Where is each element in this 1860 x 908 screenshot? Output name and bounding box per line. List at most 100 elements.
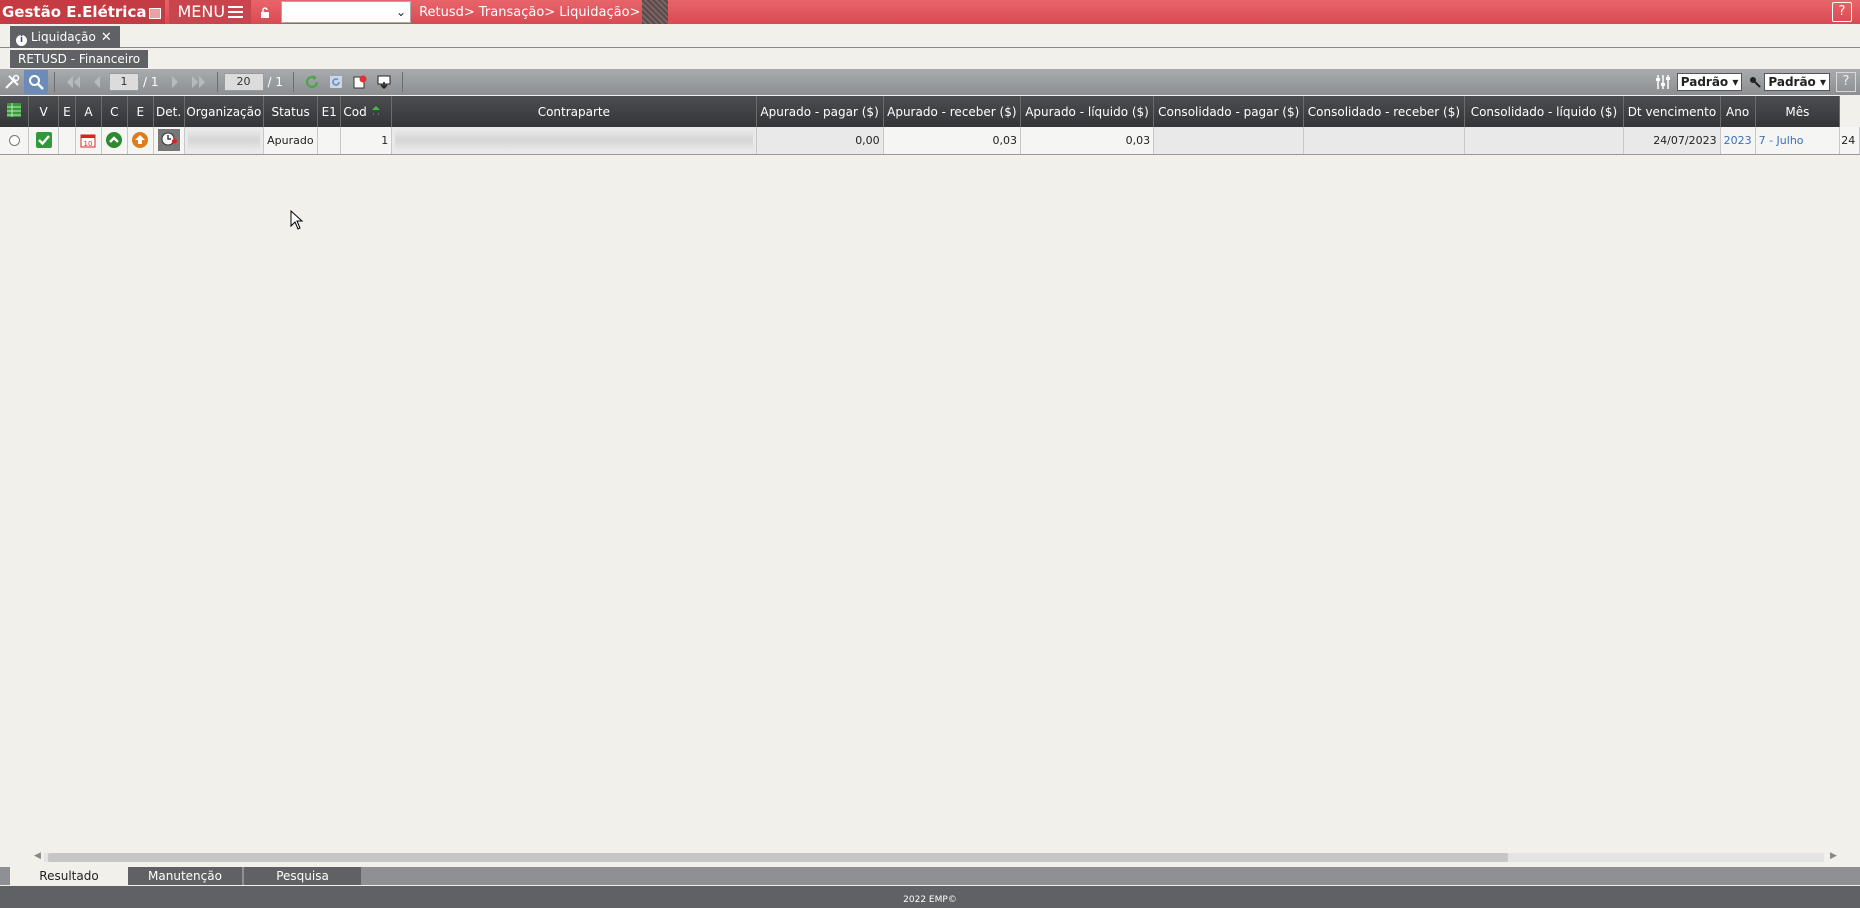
col-ano[interactable]: Ano (1720, 96, 1756, 127)
col-dt-vencimento[interactable]: Dt vencimento (1623, 96, 1721, 127)
sort-icon (371, 105, 380, 114)
key-icon (1748, 70, 1762, 94)
col-apurado-liquido[interactable]: Apurado - líquido ($) (1020, 96, 1155, 127)
cell-apurado-receber: 0,03 (883, 127, 1021, 155)
page-number-input[interactable]: 1 (109, 73, 139, 91)
layout-select[interactable]: Padrão ▾ (1676, 73, 1743, 91)
cell-cod: 1 (340, 127, 393, 155)
cell-a[interactable]: 10 (75, 127, 102, 155)
row-radio[interactable] (8, 135, 20, 147)
rows-per-page-input[interactable]: 20 (223, 73, 264, 91)
col-e1[interactable]: E1 (317, 96, 342, 127)
row-select-cell[interactable] (0, 127, 30, 155)
tab-liquidacao[interactable]: i Liquidação ✕ (10, 26, 120, 48)
tab-pesquisa[interactable]: Pesquisa (244, 867, 361, 885)
check-icon[interactable] (35, 131, 53, 149)
close-icon[interactable]: ✕ (101, 30, 112, 45)
mouse-cursor-icon (290, 209, 304, 233)
col-c[interactable]: C (101, 96, 128, 127)
top-bar: Gestão E.Elétrica MENU ⌄ Retusd> Transaç… (0, 0, 1860, 24)
col-mes[interactable]: Mês (1755, 96, 1841, 127)
toolbar-divider (216, 72, 218, 92)
upload-icon[interactable] (131, 131, 149, 149)
search-icon[interactable] (24, 70, 48, 94)
cell-consolidado-liquido (1464, 127, 1625, 155)
col-e2[interactable]: E (127, 96, 154, 127)
reload-icon[interactable] (324, 70, 348, 94)
help-button[interactable]: ? (1832, 2, 1852, 22)
cell-det[interactable] (153, 127, 185, 155)
scroll-left-icon[interactable]: ◀ (34, 851, 41, 861)
cell-extra: 24 (1839, 127, 1860, 155)
cell-ano[interactable]: 2023 (1720, 127, 1756, 155)
cell-c[interactable] (101, 127, 128, 155)
page-tab-bar: i Liquidação ✕ (0, 24, 1860, 48)
select-all-header[interactable] (0, 96, 30, 127)
cell-e1 (317, 127, 342, 155)
toolbar-divider (293, 72, 294, 92)
prev-page-icon[interactable] (85, 70, 109, 94)
col-a[interactable]: A (75, 96, 102, 127)
section-tab[interactable]: RETUSD - Financeiro (10, 50, 149, 68)
export-icon[interactable] (372, 70, 396, 94)
col-cod[interactable]: Cod (340, 96, 393, 127)
refresh-icon[interactable] (300, 70, 324, 94)
tab-manutencao[interactable]: Manutenção (128, 867, 243, 885)
cell-e2[interactable] (127, 127, 154, 155)
scroll-thumb[interactable] (48, 853, 1508, 862)
col-consolidado-liquido[interactable]: Consolidado - líquido ($) (1464, 96, 1625, 127)
horizontal-scrollbar[interactable]: ◀ ▶ (30, 851, 1838, 863)
toolbar-divider (54, 72, 55, 92)
cell-apurado-pagar: 0,00 (756, 127, 884, 155)
col-apurado-pagar[interactable]: Apurado - pagar ($) (756, 96, 884, 127)
breadcrumb[interactable]: Retusd> Transação> Liquidação> (411, 5, 640, 20)
first-page-icon[interactable] (61, 70, 85, 94)
col-extra[interactable] (1839, 96, 1860, 127)
info-icon: i (16, 35, 27, 46)
cell-status: Apurado (263, 127, 319, 155)
col-contraparte[interactable]: Contraparte (391, 96, 757, 127)
cell-v[interactable] (28, 127, 59, 155)
breadcrumb-end (642, 0, 669, 24)
lock-icon[interactable] (251, 0, 279, 24)
cell-dt-vencimento: 24/07/2023 (1623, 127, 1721, 155)
col-consolidado-receber[interactable]: Consolidado - receber ($) (1303, 96, 1465, 127)
col-det[interactable]: Det. (153, 96, 185, 127)
col-consolidado-pagar[interactable]: Consolidado - pagar ($) (1153, 96, 1305, 127)
redacted-text (187, 131, 261, 150)
table-row[interactable]: 10 Apurado 1 0,00 0,03 0,03 24/07/2023 2… (0, 127, 1860, 155)
toolbar-divider (402, 72, 403, 92)
cell-mes[interactable]: 7 - Julho (1755, 127, 1841, 155)
results-grid: V E A C E Det. Organização Status E1 Cod… (0, 96, 1860, 155)
details-icon[interactable] (157, 129, 180, 152)
filter-select[interactable]: Padrão ▾ (1764, 73, 1830, 91)
last-page-icon[interactable] (187, 70, 211, 94)
clear-filter-icon[interactable] (348, 70, 372, 94)
company-select[interactable]: ⌄ (281, 1, 412, 23)
tab-resultado[interactable]: Resultado (10, 867, 128, 885)
col-v[interactable]: V (28, 96, 59, 127)
grid-toolbar: 1 / 1 20 / 1 Padrão ▾ Padrão ▾ ? (0, 69, 1860, 95)
hamburger-icon (228, 6, 244, 18)
col-organizacao[interactable]: Organização (184, 96, 265, 127)
svg-text:10: 10 (84, 140, 93, 148)
col-status[interactable]: Status (263, 96, 319, 127)
tools-icon[interactable] (0, 70, 24, 94)
calendar-icon[interactable]: 10 (79, 131, 97, 149)
cell-consolidado-receber (1303, 127, 1465, 155)
app-title[interactable]: Gestão E.Elétrica (0, 0, 166, 24)
cell-organizacao (184, 127, 265, 155)
chevron-down-icon: ⌄ (396, 5, 407, 19)
help-icon[interactable]: ? (1836, 72, 1856, 92)
cell-e (58, 127, 76, 155)
columns-settings-icon[interactable] (1651, 70, 1675, 94)
col-apurado-receber[interactable]: Apurado - receber ($) (883, 96, 1021, 127)
cell-consolidado-pagar (1153, 127, 1305, 155)
approve-icon[interactable] (105, 131, 123, 149)
col-e[interactable]: E (58, 96, 76, 127)
bottom-tab-bar: Resultado Manutenção Pesquisa (0, 867, 1860, 885)
spreadsheet-icon (7, 103, 22, 117)
scroll-right-icon[interactable]: ▶ (1830, 851, 1837, 861)
next-page-icon[interactable] (163, 70, 187, 94)
menu-button[interactable]: MENU (169, 0, 252, 24)
